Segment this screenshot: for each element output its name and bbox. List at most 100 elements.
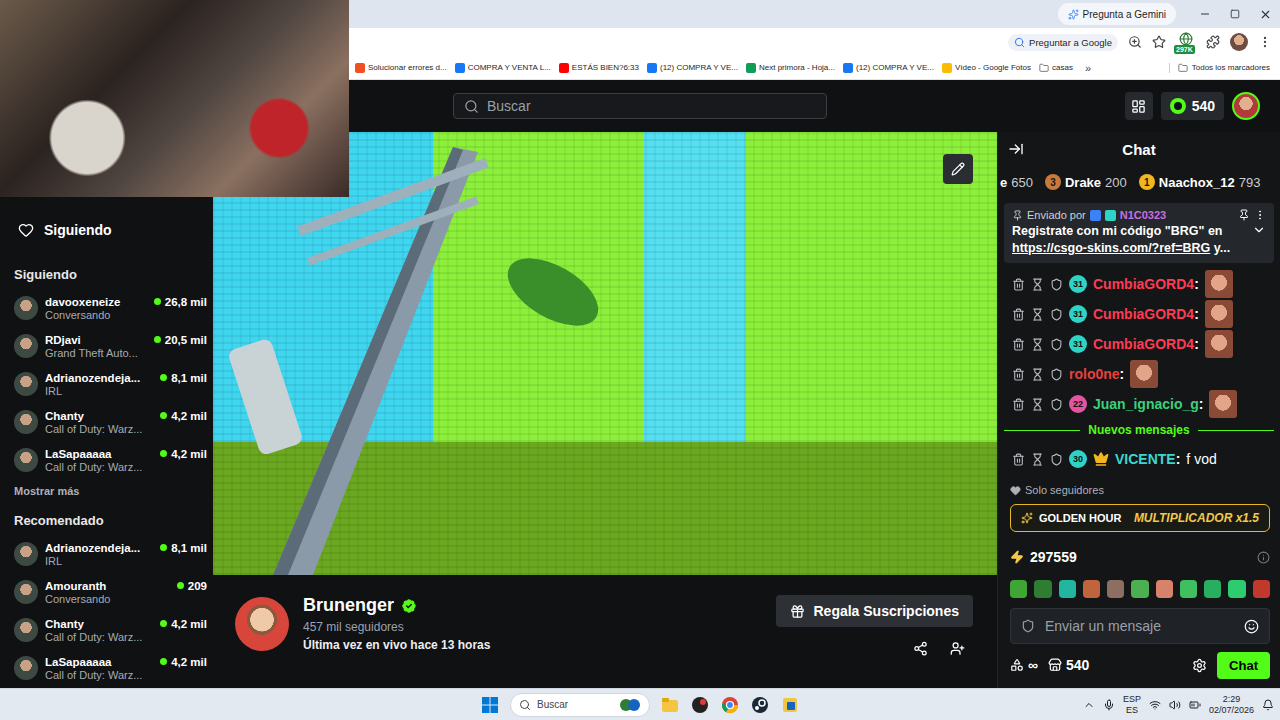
steam-icon[interactable] — [750, 695, 770, 715]
edit-banner-button[interactable] — [943, 154, 973, 184]
sidebar-channel[interactable]: Amouranth209Conversando — [14, 573, 207, 611]
follow-icon[interactable] — [950, 641, 965, 656]
pinned-link[interactable]: https://csgo-skins.com/?ref=BRG — [1012, 241, 1210, 255]
sidebar-channel[interactable]: Chanty4,2 milCall of Duty: Warz... — [14, 611, 207, 649]
delete-icon[interactable] — [1012, 338, 1025, 351]
sidebar-channel[interactable]: LaSapaaaaa4,2 milCall of Duty: Warz... — [14, 441, 207, 479]
chat-username[interactable]: VICENTE — [1115, 451, 1176, 467]
more-icon[interactable] — [1254, 209, 1266, 221]
store[interactable]: 540 — [1048, 657, 1089, 673]
expand-icon[interactable] — [1252, 223, 1266, 237]
file-explorer-icon[interactable] — [660, 695, 680, 715]
ban-icon[interactable] — [1050, 398, 1063, 411]
timeout-icon[interactable] — [1031, 398, 1044, 411]
close-button[interactable] — [1250, 0, 1280, 28]
profile-avatar[interactable] — [1230, 33, 1248, 51]
gift-subs-button[interactable]: Regala Suscripciones — [776, 595, 973, 627]
extensions-icon[interactable] — [1206, 35, 1220, 49]
bookmark-star-icon[interactable] — [1152, 35, 1166, 49]
emoji-icon[interactable] — [1244, 619, 1259, 634]
bookmark[interactable]: ESTÁS BIEN?6:33 — [559, 63, 639, 73]
show-more[interactable]: Mostrar más — [14, 479, 207, 503]
search-field[interactable]: Buscar — [453, 93, 827, 119]
ban-icon[interactable] — [1050, 278, 1063, 291]
extension-button[interactable]: 297K — [1176, 32, 1196, 52]
bookmark[interactable]: (12) COMPRA Y VE... — [647, 63, 738, 73]
collapse-chat[interactable] — [1008, 141, 1024, 157]
timeout-icon[interactable] — [1031, 453, 1044, 466]
timeout-icon[interactable] — [1031, 338, 1044, 351]
quick-emote[interactable] — [1059, 580, 1076, 598]
input-language[interactable]: ESPES — [1123, 694, 1141, 716]
ask-google-button[interactable]: Preguntar a Google — [1008, 34, 1118, 51]
taskbar-search[interactable]: Buscar — [510, 693, 650, 717]
volume-icon[interactable] — [1169, 699, 1181, 711]
notification-icon[interactable] — [1262, 699, 1274, 711]
minimize-button[interactable] — [1190, 0, 1220, 28]
sidebar-channel[interactable]: Adrianozendeja...8,1 milIRL — [14, 535, 207, 573]
sidebar-channel[interactable]: Adrianozendeja...8,1 milIRL — [14, 365, 207, 403]
quick-emote[interactable] — [1180, 580, 1197, 598]
quick-emote[interactable] — [1156, 580, 1173, 598]
wifi-icon[interactable] — [1149, 699, 1161, 711]
quick-emote[interactable] — [1204, 580, 1221, 598]
tray-overflow-icon[interactable] — [1083, 699, 1095, 711]
quick-emote[interactable] — [1228, 580, 1245, 598]
bookmark[interactable]: COMPRA Y VENTA L... — [455, 63, 551, 73]
menu-icon[interactable] — [1258, 35, 1272, 49]
dashboard-button[interactable] — [1125, 92, 1153, 120]
user-avatar[interactable] — [1232, 92, 1260, 120]
windows-icon[interactable] — [480, 695, 500, 715]
clock[interactable]: 2:2902/07/2026 — [1209, 694, 1254, 716]
sidebar-channel[interactable]: Chanty4,2 milCall of Duty: Warz... — [14, 403, 207, 441]
bookmarks-overflow[interactable]: » — [1085, 62, 1091, 74]
bookmark[interactable]: Next primora - Hoja... — [746, 63, 835, 73]
unpin-icon[interactable] — [1238, 209, 1250, 221]
chrome-icon[interactable] — [720, 695, 740, 715]
chat-username[interactable]: CumbiaGORD4 — [1093, 276, 1194, 292]
gemini-button[interactable]: Pregunta a Gemini — [1058, 3, 1176, 25]
delete-icon[interactable] — [1012, 278, 1025, 291]
kick-points[interactable]: 540 — [1161, 92, 1224, 120]
all-bookmarks[interactable]: Todos los marcadores — [1169, 63, 1270, 73]
mic-icon[interactable] — [1103, 699, 1115, 711]
chat-username[interactable]: rolo0ne — [1069, 366, 1120, 382]
quick-emote[interactable] — [1253, 580, 1270, 598]
ban-icon[interactable] — [1050, 368, 1063, 381]
quick-emote[interactable] — [1083, 580, 1100, 598]
quick-emote[interactable] — [1034, 580, 1051, 598]
sidebar-channel[interactable]: RDjavi20,5 milGrand Theft Auto... — [14, 327, 207, 365]
quick-emote[interactable] — [1131, 580, 1148, 598]
send-button[interactable]: Chat — [1217, 652, 1270, 679]
app-icon[interactable] — [780, 695, 800, 715]
bookmark[interactable]: Vídeo - Google Fotos — [942, 63, 1031, 73]
bookmark[interactable]: casas — [1039, 63, 1073, 73]
ban-icon[interactable] — [1050, 308, 1063, 321]
drops[interactable]: ∞ — [1010, 657, 1038, 673]
app-icon[interactable] — [690, 695, 710, 715]
quick-emote[interactable] — [1107, 580, 1124, 598]
timeout-icon[interactable] — [1031, 278, 1044, 291]
quick-emote[interactable] — [1010, 580, 1027, 598]
delete-icon[interactable] — [1012, 308, 1025, 321]
delete-icon[interactable] — [1012, 398, 1025, 411]
chat-input[interactable]: Enviar un mensaje — [1010, 608, 1270, 644]
sidebar-channel[interactable]: davooxeneize26,8 milConversando — [14, 289, 207, 327]
bookmark[interactable]: Solucionar errores d... — [355, 63, 447, 73]
delete-icon[interactable] — [1012, 453, 1025, 466]
maximize-button[interactable] — [1220, 0, 1250, 28]
timeout-icon[interactable] — [1031, 308, 1044, 321]
share-icon[interactable] — [913, 641, 928, 656]
battery-icon[interactable] — [1189, 699, 1201, 711]
delete-icon[interactable] — [1012, 368, 1025, 381]
ban-icon[interactable] — [1050, 338, 1063, 351]
chat-username[interactable]: CumbiaGORD4 — [1093, 336, 1194, 352]
ban-icon[interactable] — [1050, 453, 1063, 466]
bookmark[interactable]: (12) COMPRA Y VE... — [843, 63, 934, 73]
settings-icon[interactable] — [1192, 658, 1207, 673]
zoom-icon[interactable] — [1128, 35, 1142, 49]
chat-username[interactable]: Juan_ignacio_g — [1093, 396, 1199, 412]
sidebar-channel[interactable]: LaSapaaaaa4,2 milCall of Duty: Warz... — [14, 649, 207, 687]
channel-avatar[interactable] — [235, 597, 289, 651]
chat-username[interactable]: CumbiaGORD4 — [1093, 306, 1194, 322]
